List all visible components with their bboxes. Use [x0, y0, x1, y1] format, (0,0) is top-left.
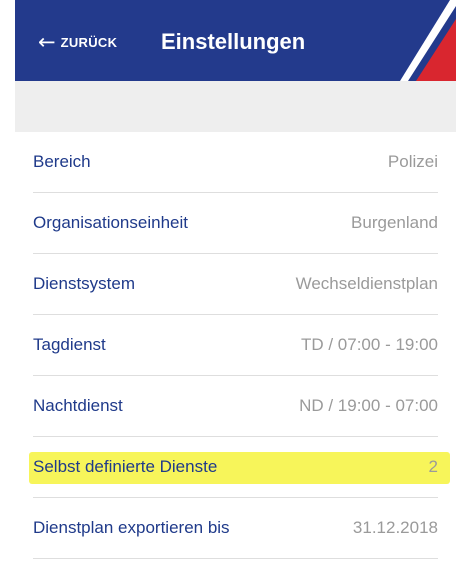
settings-row-nachtdienst[interactable]: Nachtdienst ND / 19:00 - 07:00 — [33, 376, 438, 437]
settings-row-dienstsystem[interactable]: Dienstsystem Wechseldienstplan — [33, 254, 438, 315]
row-value: 2 — [428, 457, 438, 476]
settings-row-tagdienst[interactable]: Tagdienst TD / 07:00 - 19:00 — [33, 315, 438, 376]
settings-row-organisationseinheit[interactable]: Organisationseinheit Burgenland — [33, 193, 438, 254]
back-button-label: ZURÜCK — [60, 34, 118, 50]
back-button[interactable]: ← ZURÜCK — [38, 26, 117, 58]
header-spacer — [15, 81, 456, 132]
row-label: Nachtdienst — [33, 396, 123, 415]
app-header: ← ZURÜCK Einstellungen — [15, 0, 456, 81]
settings-list: Bereich Polizei Organisationseinheit Bur… — [15, 132, 456, 559]
row-label: Tagdienst — [33, 335, 106, 354]
settings-row-dienstplan-exportieren[interactable]: Dienstplan exportieren bis 31.12.2018 — [33, 498, 438, 559]
arrow-left-icon: ← — [38, 29, 56, 54]
row-value: Burgenland — [351, 213, 438, 232]
settings-row-bereich[interactable]: Bereich Polizei — [33, 132, 438, 193]
row-value: Polizei — [387, 152, 438, 171]
page-title: Einstellungen — [161, 29, 306, 54]
row-value: TD / 07:00 - 19:00 — [300, 335, 438, 354]
row-label: Dienstsystem — [33, 274, 136, 293]
row-value: Wechseldienstplan — [295, 274, 438, 293]
row-label: Organisationseinheit — [33, 213, 188, 232]
row-label: Dienstplan exportieren bis — [33, 518, 230, 537]
settings-screen: ← ZURÜCK Einstellungen Bereich Polizei O… — [0, 0, 456, 572]
row-value: ND / 19:00 - 07:00 — [299, 396, 438, 415]
settings-row-selbst-definierte-dienste[interactable]: Selbst definierte Dienste 2 — [29, 437, 450, 498]
row-value: 31.12.2018 — [352, 518, 438, 537]
row-label: Bereich — [33, 152, 91, 171]
header-stripe-decoration — [400, 0, 456, 81]
row-label: Selbst definierte Dienste — [33, 457, 218, 476]
